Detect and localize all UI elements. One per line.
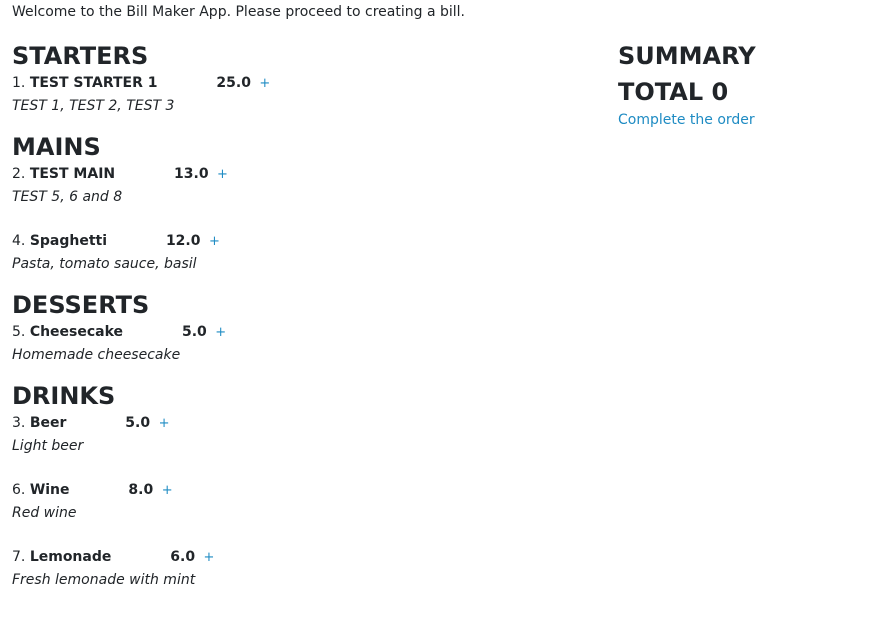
item-price: 13.0 [174, 166, 209, 182]
item-price: 5.0 [181, 324, 207, 340]
menu-item: 4. Spaghetti 12.0 + Pasta, tomato sauce,… [12, 230, 572, 275]
item-description: Homemade cheesecake [12, 347, 181, 363]
item-number: 1. [12, 75, 26, 91]
complete-order-link[interactable]: Complete the order [618, 110, 755, 130]
add-item-button[interactable]: + [204, 550, 215, 565]
item-price: 8.0 [128, 482, 154, 498]
item-name: TEST MAIN [29, 166, 116, 182]
order-summary: SUMMARY TOTAL 0 Complete the order [618, 40, 756, 130]
item-number: 6. [12, 482, 26, 498]
item-number: 4. [12, 233, 26, 249]
item-name: Beer [29, 415, 67, 431]
add-item-button[interactable]: + [215, 325, 226, 340]
section-mains: MAINS 2. TEST MAIN 13.0 + TEST 5, 6 and … [12, 131, 572, 275]
item-description: Light beer [12, 438, 84, 454]
menu-item: 5. Cheesecake 5.0 + Homemade cheesecake [12, 321, 572, 366]
order-total: TOTAL 0 [618, 78, 729, 106]
menu-item: 6. Wine 8.0 + Red wine [12, 479, 572, 524]
item-price: 25.0 [216, 75, 251, 91]
menu-item: 2. TEST MAIN 13.0 + TEST 5, 6 and 8 [12, 163, 572, 208]
menu-item: 3. Beer 5.0 + Light beer [12, 412, 572, 457]
item-number: 5. [12, 324, 26, 340]
item-name: Cheesecake [29, 324, 124, 340]
item-description: Red wine [12, 505, 77, 521]
item-number: 7. [12, 549, 26, 565]
welcome-message: Welcome to the Bill Maker App. Please pr… [12, 4, 465, 20]
item-price: 5.0 [125, 415, 151, 431]
section-starters: STARTERS 1. TEST STARTER 1 25.0 + TEST 1… [12, 40, 572, 117]
item-name: Spaghetti [29, 233, 108, 249]
item-description: TEST 5, 6 and 8 [12, 189, 123, 205]
section-desserts: DESSERTS 5. Cheesecake 5.0 + Homemade ch… [12, 289, 572, 366]
section-drinks: DRINKS 3. Beer 5.0 + Light beer 6. Wine … [12, 380, 572, 591]
item-description: Fresh lemonade with mint [12, 572, 196, 588]
item-name: Lemonade [29, 549, 112, 565]
add-item-button[interactable]: + [209, 234, 220, 249]
summary-title: SUMMARY [618, 42, 756, 70]
add-item-button[interactable]: + [159, 416, 170, 431]
item-price: 6.0 [170, 549, 196, 565]
item-number: 2. [12, 166, 26, 182]
item-price: 12.0 [165, 233, 201, 249]
add-item-button[interactable]: + [259, 76, 270, 91]
add-item-button[interactable]: + [162, 483, 173, 498]
section-title: DRINKS [12, 382, 116, 410]
section-title: MAINS [12, 133, 101, 161]
menu-item: 7. Lemonade 6.0 + Fresh lemonade with mi… [12, 546, 572, 591]
menu-list: STARTERS 1. TEST STARTER 1 25.0 + TEST 1… [12, 40, 572, 605]
add-item-button[interactable]: + [217, 167, 228, 182]
item-description: TEST 1, TEST 2, TEST 3 [12, 98, 175, 114]
item-name: Wine [29, 482, 70, 498]
item-name: TEST STARTER 1 [29, 75, 158, 91]
section-title: DESSERTS [12, 291, 150, 319]
item-number: 3. [12, 415, 26, 431]
section-title: STARTERS [12, 42, 149, 70]
menu-item: 1. TEST STARTER 1 25.0 + TEST 1, TEST 2,… [12, 72, 572, 117]
item-description: Pasta, tomato sauce, basil [12, 256, 197, 272]
